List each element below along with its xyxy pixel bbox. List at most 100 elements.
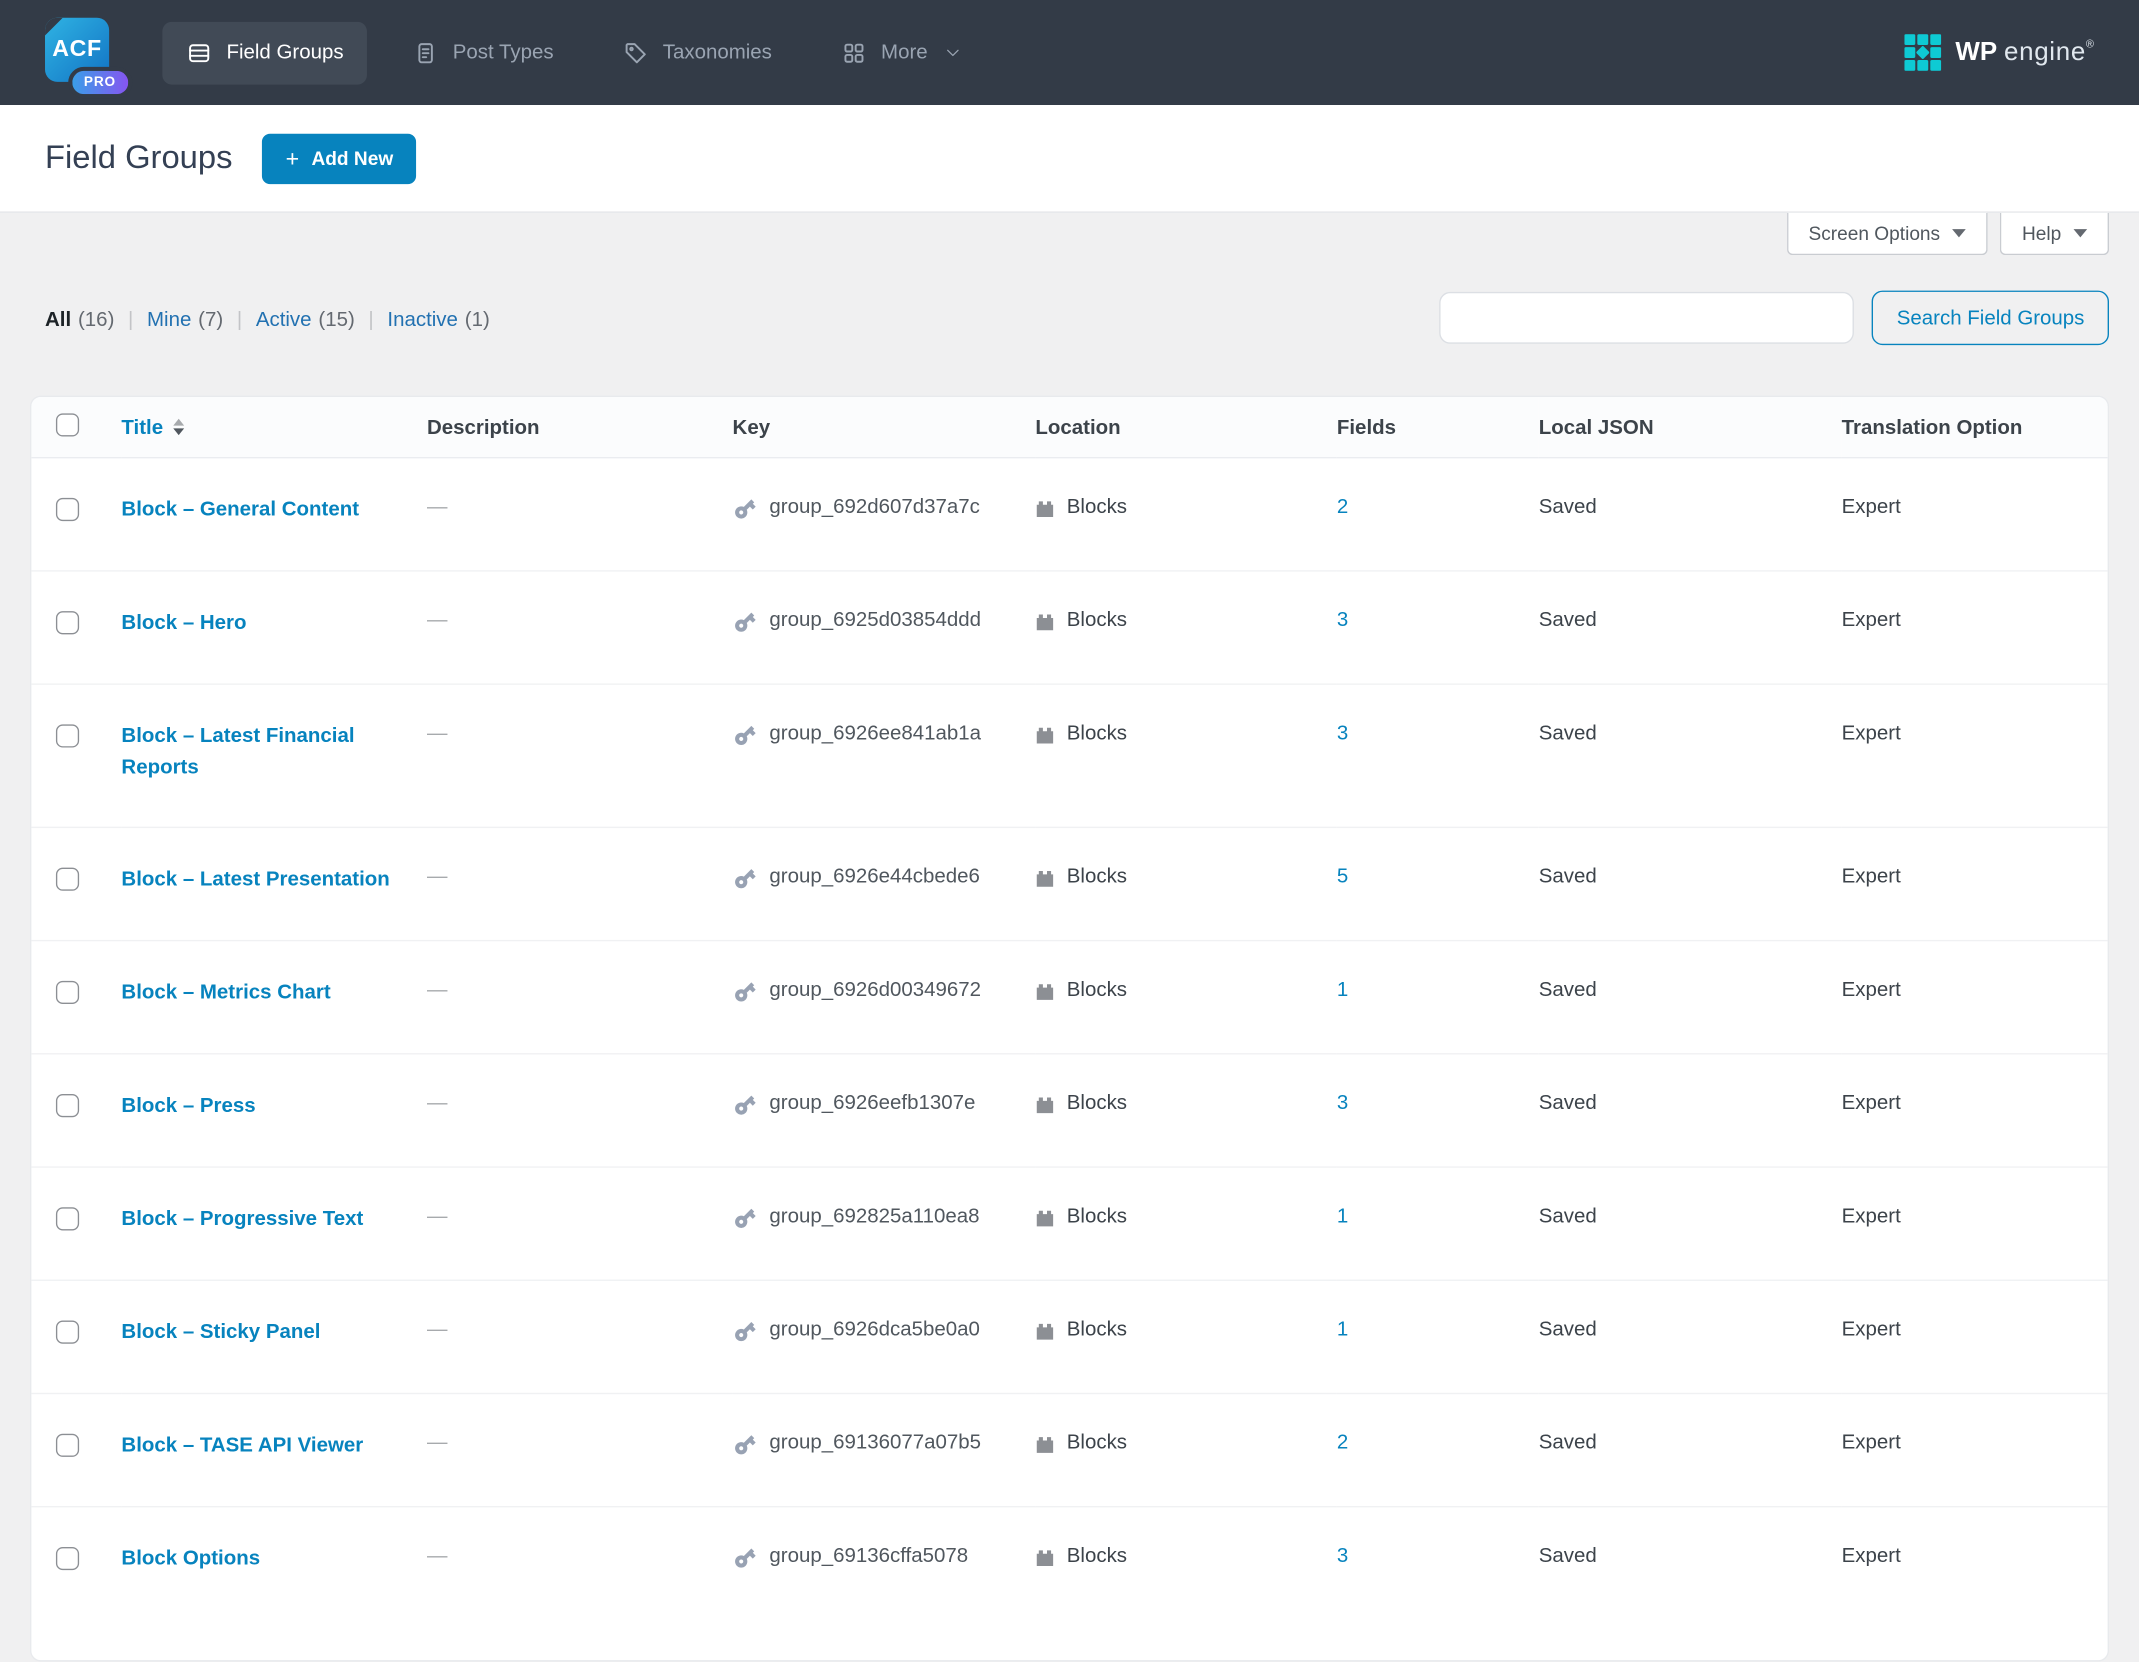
fields-count-link[interactable]: 3 bbox=[1337, 722, 1348, 745]
column-header-key: Key bbox=[733, 397, 1036, 458]
row-checkbox[interactable] bbox=[56, 1207, 79, 1230]
filter-inactive[interactable]: Inactive (1) bbox=[387, 308, 489, 331]
block-icon bbox=[1035, 613, 1054, 632]
table-row: Block – Metrics Chart — group_6926d00349… bbox=[31, 941, 2109, 1054]
table-row: Block – Progressive Text — group_692825a… bbox=[31, 1167, 2109, 1280]
field-group-title-link[interactable]: Block Options bbox=[121, 1544, 260, 1575]
block-icon bbox=[1035, 982, 1054, 1001]
nav-tab-more[interactable]: More bbox=[817, 21, 985, 84]
field-group-title-link[interactable]: Block – Latest Presentation bbox=[121, 865, 389, 896]
fields-count-link[interactable]: 2 bbox=[1337, 1431, 1348, 1454]
fields-count-link[interactable]: 3 bbox=[1337, 608, 1348, 631]
help-label: Help bbox=[2022, 222, 2061, 244]
row-checkbox[interactable] bbox=[56, 498, 79, 521]
field-group-title-link[interactable]: Block – TASE API Viewer bbox=[121, 1431, 363, 1462]
row-checkbox[interactable] bbox=[56, 611, 79, 634]
add-new-label: Add New bbox=[311, 147, 393, 169]
filter-mine[interactable]: Mine (7) bbox=[147, 308, 223, 331]
field-group-title-link[interactable]: Block – Progressive Text bbox=[121, 1205, 363, 1236]
row-description: — bbox=[427, 1393, 733, 1506]
fields-count-link[interactable]: 1 bbox=[1337, 1318, 1348, 1341]
page-title: Field Groups bbox=[45, 139, 232, 177]
field-group-title-link[interactable]: Block – General Content bbox=[121, 495, 359, 526]
screen-options-button[interactable]: Screen Options bbox=[1787, 213, 1988, 255]
row-key: group_6926e44cbede6 bbox=[769, 865, 980, 888]
column-header-local-json: Local JSON bbox=[1539, 397, 1842, 458]
filter-mine-link[interactable]: Mine bbox=[147, 308, 191, 331]
key-icon bbox=[727, 1088, 762, 1123]
row-local-json: Saved bbox=[1539, 1054, 1842, 1167]
field-group-title-link[interactable]: Block – Press bbox=[121, 1091, 255, 1122]
column-header-fields: Fields bbox=[1337, 397, 1539, 458]
row-description: — bbox=[427, 827, 733, 940]
row-location: Blocks bbox=[1067, 722, 1127, 745]
nav-tab-post-types[interactable]: Post Types bbox=[389, 21, 577, 84]
select-all-checkbox[interactable] bbox=[56, 413, 79, 436]
row-location: Blocks bbox=[1067, 865, 1127, 888]
caret-down-icon bbox=[1952, 229, 1966, 237]
row-local-json: Saved bbox=[1539, 1280, 1842, 1393]
field-groups-icon bbox=[186, 39, 213, 66]
fields-count-link[interactable]: 2 bbox=[1337, 495, 1348, 518]
row-checkbox[interactable] bbox=[56, 1094, 79, 1117]
filter-inactive-count: (1) bbox=[465, 308, 490, 331]
row-description: — bbox=[427, 1054, 733, 1167]
fields-count-link[interactable]: 5 bbox=[1337, 865, 1348, 888]
row-checkbox[interactable] bbox=[56, 981, 79, 1004]
column-header-description: Description bbox=[427, 397, 733, 458]
row-location: Blocks bbox=[1067, 1318, 1127, 1341]
row-key: group_6926ee841ab1a bbox=[769, 722, 981, 745]
column-header-title-sort[interactable]: Title bbox=[121, 415, 183, 438]
nav-tab-label: Field Groups bbox=[226, 41, 343, 64]
nav-tab-taxonomies[interactable]: Taxonomies bbox=[599, 21, 796, 84]
nav-tab-field-groups[interactable]: Field Groups bbox=[162, 21, 366, 84]
help-button[interactable]: Help bbox=[2000, 213, 2109, 255]
row-checkbox[interactable] bbox=[56, 1547, 79, 1570]
row-checkbox[interactable] bbox=[56, 1321, 79, 1344]
row-description: — bbox=[427, 1280, 733, 1393]
filter-active-count: (15) bbox=[318, 308, 354, 331]
filter-all[interactable]: All (16) bbox=[45, 308, 114, 331]
filter-separator: | bbox=[237, 308, 242, 331]
fields-count-link[interactable]: 1 bbox=[1337, 978, 1348, 1001]
fields-count-link[interactable]: 1 bbox=[1337, 1205, 1348, 1228]
row-local-json: Saved bbox=[1539, 1393, 1842, 1506]
row-local-json: Saved bbox=[1539, 684, 1842, 827]
block-icon bbox=[1035, 869, 1054, 888]
admin-content: Screen Options Help All (16) | Mine (7) … bbox=[0, 213, 2139, 1662]
field-group-title-link[interactable]: Block – Latest Financial Reports bbox=[121, 722, 407, 783]
table-row: Block – Latest Presentation — group_6926… bbox=[31, 827, 2109, 940]
filter-inactive-link[interactable]: Inactive bbox=[387, 308, 458, 331]
table-row: Block – Hero — group_6925d03854ddd Block… bbox=[31, 571, 2109, 684]
field-group-title-link[interactable]: Block – Hero bbox=[121, 608, 246, 639]
search-input[interactable] bbox=[1440, 292, 1855, 344]
field-group-title-link[interactable]: Block – Metrics Chart bbox=[121, 978, 330, 1009]
search-field-groups-button[interactable]: Search Field Groups bbox=[1872, 291, 2109, 346]
status-filters: All (16) | Mine (7) | Active (15) | Inac… bbox=[30, 308, 490, 345]
block-icon bbox=[1035, 1095, 1054, 1114]
row-local-json: Saved bbox=[1539, 941, 1842, 1054]
key-icon bbox=[727, 861, 762, 896]
key-icon bbox=[727, 1314, 762, 1349]
chevron-down-icon bbox=[944, 44, 962, 62]
add-new-button[interactable]: + Add New bbox=[262, 133, 416, 183]
row-key: group_6926dca5be0a0 bbox=[769, 1318, 980, 1341]
row-location: Blocks bbox=[1067, 978, 1127, 1001]
fields-count-link[interactable]: 3 bbox=[1337, 1544, 1348, 1567]
filter-active-link[interactable]: Active bbox=[256, 308, 312, 331]
sort-up-arrow-icon bbox=[173, 419, 184, 426]
block-icon bbox=[1035, 1548, 1054, 1567]
fields-count-link[interactable]: 3 bbox=[1337, 1091, 1348, 1114]
filter-active[interactable]: Active (15) bbox=[256, 308, 355, 331]
row-checkbox[interactable] bbox=[56, 724, 79, 747]
row-checkbox[interactable] bbox=[56, 1434, 79, 1457]
plus-icon: + bbox=[286, 147, 300, 170]
row-checkbox[interactable] bbox=[56, 868, 79, 891]
field-group-title-link[interactable]: Block – Sticky Panel bbox=[121, 1318, 320, 1349]
field-groups-table: Title Description Key Location Fields Lo bbox=[31, 397, 2109, 1619]
filter-all-link[interactable]: All bbox=[45, 308, 71, 331]
block-icon bbox=[1035, 499, 1054, 518]
row-local-json: Saved bbox=[1539, 1507, 1842, 1620]
block-icon bbox=[1035, 1209, 1054, 1228]
row-location: Blocks bbox=[1067, 495, 1127, 518]
